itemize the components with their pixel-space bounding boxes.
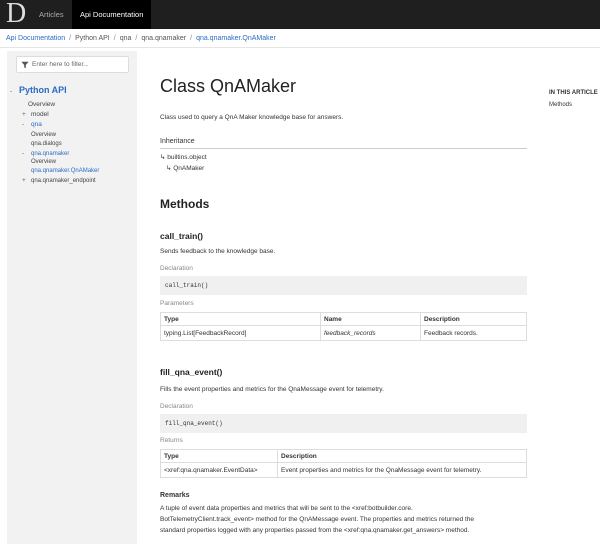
- nav-articles[interactable]: Articles: [31, 0, 72, 29]
- breadcrumb-qna[interactable]: qna: [120, 35, 132, 42]
- collapse-icon[interactable]: -: [22, 150, 31, 157]
- breadcrumb-python-api[interactable]: Python API: [75, 35, 110, 42]
- in-this-article-title: IN THIS ARTICLE: [549, 90, 598, 96]
- breadcrumb-separator: /: [69, 35, 72, 42]
- remarks-line: BotTelemetryClient.track_event> method f…: [160, 516, 475, 523]
- filter-input[interactable]: [32, 58, 126, 71]
- returns-table: Type Description <xref:qna.qnamaker.Even…: [160, 449, 527, 478]
- methods-heading: Methods: [160, 197, 210, 211]
- rail-link-methods[interactable]: Methods: [549, 102, 572, 108]
- table-cell: feedback_records: [320, 325, 421, 341]
- column-header: Description: [420, 312, 527, 326]
- expand-icon[interactable]: +: [22, 111, 31, 118]
- method-fill-qna-event: fill_qna_event(): [160, 367, 223, 377]
- toc-qna-qnamaker[interactable]: - qna.qnamaker: [22, 150, 69, 157]
- breadcrumb: Api Documentation / Python API / qna / qna.qna…: [0, 30, 600, 48]
- inheritance-heading: Inheritance: [160, 138, 195, 145]
- column-header: Name: [320, 312, 421, 326]
- code-block: fill_qna_event(): [160, 414, 527, 433]
- toc-overview[interactable]: Overview: [28, 101, 55, 108]
- page-title: Class QnAMaker: [160, 76, 297, 96]
- top-navbar: D Articles Api Documentation: [0, 0, 600, 29]
- toc-model[interactable]: + model: [22, 111, 49, 118]
- toc-qna-overview[interactable]: Overview: [31, 132, 56, 138]
- table-row: typing.List[FeedbackRecord] feedback_rec…: [160, 325, 527, 341]
- declaration-label: Declaration: [160, 265, 193, 272]
- nav-api-documentation[interactable]: Api Documentation: [72, 0, 152, 29]
- table-cell: Event properties and metrics for the Qna…: [277, 462, 527, 478]
- parameters-label: Parameters: [160, 300, 194, 307]
- toc-qna-dialogs[interactable]: qna.dialogs: [31, 141, 62, 147]
- class-summary: Class used to query a QnA Maker knowledg…: [160, 114, 344, 121]
- method-description: Sends feedback to the knowledge base.: [160, 248, 276, 255]
- inheritance-item: ↳ QnAMaker: [166, 165, 205, 172]
- toc-python-api[interactable]: - Python API: [10, 85, 67, 95]
- filter-box: [16, 56, 129, 73]
- parameters-table: Type Name Description typing.List[Feedba…: [160, 312, 527, 341]
- expand-icon[interactable]: +: [22, 177, 31, 184]
- logo-letter: D: [6, 0, 27, 29]
- collapse-icon[interactable]: -: [22, 121, 31, 128]
- table-cell: Feedback records.: [420, 325, 527, 341]
- code-block: call_train(): [160, 276, 527, 295]
- column-header: Description: [277, 449, 527, 463]
- table-row: <xref:qna.qnamaker.EventData> Event prop…: [160, 462, 527, 478]
- divider: [160, 148, 527, 149]
- breadcrumb-api-documentation[interactable]: Api Documentation: [6, 35, 65, 42]
- toc-qnamaker-class-active[interactable]: qna.qnamaker.QnAMaker: [31, 168, 99, 174]
- sidebar: -Python API Overview +model -qna Overvie…: [7, 51, 137, 544]
- toc-qnamaker-overview[interactable]: Overview: [31, 159, 56, 165]
- breadcrumb-qna-qnamaker[interactable]: qna.qnamaker: [141, 35, 186, 42]
- docfx-logo[interactable]: D: [6, 0, 30, 29]
- breadcrumb-separator: /: [113, 35, 116, 42]
- declaration-label: Declaration: [160, 403, 193, 410]
- toc-qna[interactable]: - qna: [22, 121, 42, 128]
- remarks-line: standard properties logged with any prop…: [160, 527, 470, 534]
- remarks-heading: Remarks: [160, 492, 190, 499]
- method-call-train: call_train(): [160, 231, 203, 241]
- column-header: Type: [160, 312, 321, 326]
- inheritance-item: ↳ builtins.object: [160, 154, 207, 161]
- table-cell: typing.List[FeedbackRecord]: [160, 325, 321, 341]
- returns-label: Returns: [160, 437, 183, 444]
- breadcrumb-separator: /: [190, 35, 193, 42]
- remarks-line: A tuple of event data properties and met…: [160, 505, 413, 512]
- breadcrumb-current[interactable]: qna.qnamaker.QnAMaker: [196, 35, 276, 42]
- breadcrumb-separator: /: [135, 35, 138, 42]
- collapse-icon[interactable]: -: [10, 88, 19, 95]
- method-description: Fills the event properties and metrics f…: [160, 386, 384, 393]
- table-cell: <xref:qna.qnamaker.EventData>: [160, 462, 278, 478]
- column-header: Type: [160, 449, 278, 463]
- article: Class QnAMaker Class used to query a QnA…: [160, 48, 540, 544]
- filter-icon: [21, 61, 29, 69]
- toc-qnamaker-endpoint[interactable]: + qna.qnamaker_endpoint: [22, 177, 96, 184]
